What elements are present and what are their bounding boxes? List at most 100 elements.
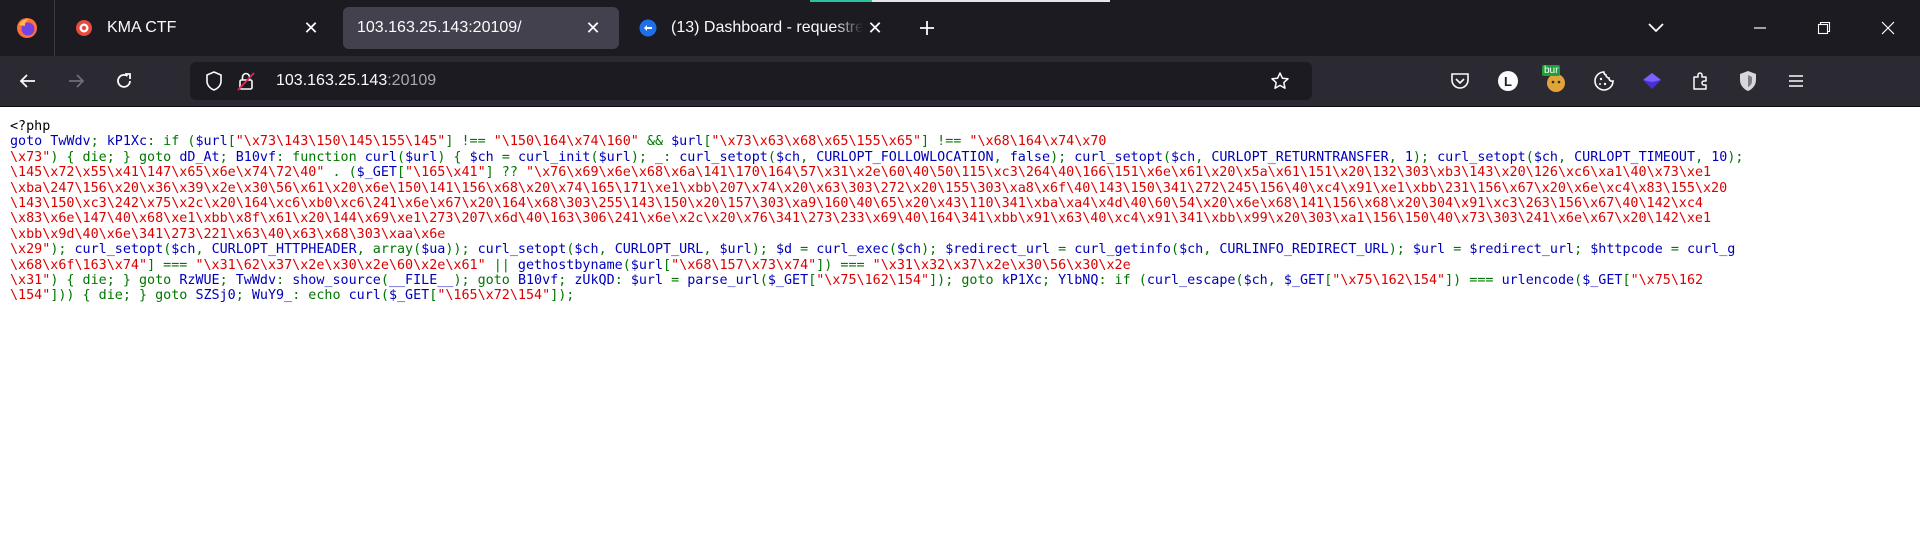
cookie-icon: [1594, 71, 1614, 91]
account-letter: L: [1504, 73, 1512, 89]
bookmark-star-icon[interactable]: [1268, 69, 1292, 93]
source-token: );: [751, 242, 776, 258]
source-token: <?php: [10, 119, 51, 134]
source-token: \x68\x6f\163\x74": [10, 257, 148, 273]
source-token: CURLOPT_TIMEOUT: [1574, 149, 1696, 165]
source-token: SZSj0: [195, 288, 236, 304]
source-token: $_GET: [1283, 273, 1325, 289]
source-token: ] ===: [147, 257, 196, 273]
source-token: urlencode: [1501, 273, 1575, 289]
source-line: \x68\x6f\163\x74"] === "\x31\62\x37\x2e\…: [10, 258, 1920, 273]
source-token: curl_exec: [816, 242, 889, 258]
extensions-button[interactable]: [1680, 61, 1720, 101]
cookie-extension-button[interactable]: [1584, 61, 1624, 101]
source-line: \xba\247\156\x20\x36\x39\x2e\x30\56\x61\…: [10, 181, 1920, 196]
close-tab-icon[interactable]: ✕: [581, 16, 605, 40]
source-token: $ch: [896, 242, 922, 258]
source-token: );: [921, 242, 946, 258]
close-tab-icon[interactable]: ✕: [299, 16, 323, 40]
bur-extension-button[interactable]: bur: [1536, 61, 1576, 101]
forward-button[interactable]: [56, 61, 96, 101]
tab-requestrepo[interactable]: (13) Dashboard - requestrepo.com ✕: [625, 7, 901, 49]
source-token: (: [397, 149, 406, 165]
source-token: $_GET: [767, 273, 809, 289]
tab-title: 103.163.25.143:20109/: [357, 19, 522, 36]
source-token: CURLOPT_RETURNTRANSFER: [1211, 149, 1389, 165]
url-bar[interactable]: 103.163.25.143:20109: [190, 62, 1312, 100]
source-token: $ch: [469, 149, 502, 165]
chevron-down-icon: [1648, 23, 1664, 33]
restore-button[interactable]: [1792, 0, 1856, 56]
url-host[interactable]: 103.163.25.143: [276, 72, 387, 90]
source-line: goto TwWdv; kP1Xc: if ($url["\x73\143\15…: [10, 134, 1920, 149]
new-tab-button[interactable]: [907, 8, 947, 48]
source-token: );: [1412, 149, 1438, 165]
source-token: gethostbyname: [517, 257, 623, 273]
source-token: \x83\x6e\147\40\x68\xe1\xbb\x8f\x61\x20\…: [10, 211, 1712, 227]
source-token: $url: [719, 242, 752, 258]
app-menu-button[interactable]: [1776, 61, 1816, 101]
source-token: (: [759, 273, 768, 289]
reload-button[interactable]: [104, 61, 144, 101]
source-token: \143\150\xc3\242\x75\x2c\x20\164\xc6\xb0…: [10, 196, 1703, 212]
source-token: ) { die; } goto: [50, 149, 180, 165]
source-token: [: [227, 134, 236, 150]
tracking-protection-icon[interactable]: [202, 69, 226, 93]
source-token: =: [671, 273, 688, 289]
source-token: $_GET: [1582, 273, 1623, 289]
bur-badge: bur: [1542, 65, 1561, 76]
source-token: ;: [1042, 273, 1059, 289]
close-window-button[interactable]: [1856, 0, 1920, 56]
source-token: );: [1050, 149, 1075, 165]
source-token: $_GET: [356, 165, 397, 181]
source-token: TwWdv: [235, 273, 277, 289]
source-token: "\x75\162\154": [1332, 273, 1446, 289]
source-token: : function: [276, 149, 365, 165]
pocket-button[interactable]: [1440, 61, 1480, 101]
source-token: =: [1670, 242, 1687, 258]
source-token: show_source: [292, 273, 381, 289]
source-token: "\150\164\x74\160": [493, 134, 639, 150]
source-token: [: [1622, 273, 1631, 289]
minimize-button[interactable]: [1728, 0, 1792, 56]
source-line: \x73") { die; } goto dD_At; B10vf: funct…: [10, 150, 1920, 165]
back-button[interactable]: [8, 61, 48, 101]
source-token: $ch: [775, 149, 801, 165]
source-token: (: [622, 257, 631, 273]
tab-title: (13) Dashboard - requestrepo.com: [671, 19, 863, 36]
source-token: __FILE__: [388, 273, 454, 289]
url-port[interactable]: :20109: [387, 72, 436, 90]
source-token: curl: [348, 288, 381, 304]
tab-strip: KMA CTF ✕ 103.163.25.143:20109/ ✕ (13) D…: [0, 0, 1920, 56]
source-token: );: [50, 242, 75, 258]
source-token: =: [501, 149, 518, 165]
source-token: );: [630, 149, 655, 165]
source-token: ] !==: [445, 134, 494, 150]
source-token: "\x31\x32\x37\x2e\x30\56\x30\x2e: [872, 257, 1131, 273]
source-token: RzWUE: [179, 273, 220, 289]
shield-extension-button[interactable]: [1728, 61, 1768, 101]
proton-extension-button[interactable]: [1632, 61, 1672, 101]
php-source-code: <?php goto TwWdv; kP1Xc: if ($url["\x73\1…: [0, 107, 1920, 304]
source-token: \145\x72\x55\x41\147\x65\x6e\x74\72\40": [10, 165, 325, 181]
source-token: (: [1574, 273, 1583, 289]
tab-active-url[interactable]: 103.163.25.143:20109/ ✕: [343, 7, 619, 49]
source-token: ||: [485, 257, 518, 273]
tab-kma-ctf[interactable]: KMA CTF ✕: [61, 7, 337, 49]
source-token: :: [614, 273, 631, 289]
source-token: ,: [1203, 242, 1220, 258]
list-all-tabs-button[interactable]: [1624, 0, 1688, 56]
source-token: $url: [405, 149, 438, 165]
close-tab-icon[interactable]: ✕: [863, 16, 887, 40]
source-token: (: [1171, 242, 1180, 258]
source-token: (: [590, 149, 599, 165]
source-token: $ch: [1243, 273, 1268, 289]
firefox-view-button[interactable]: [0, 0, 55, 56]
ctf-favicon-icon: [76, 20, 92, 36]
source-token: $url: [195, 134, 228, 150]
account-button[interactable]: L: [1488, 61, 1528, 101]
source-line: \x83\x6e\147\40\x68\xe1\xbb\x8f\x61\x20\…: [10, 211, 1920, 226]
tab-strip-accent-line: [810, 0, 872, 2]
insecure-lock-icon[interactable]: [234, 69, 258, 93]
source-token: ;: [90, 134, 107, 150]
